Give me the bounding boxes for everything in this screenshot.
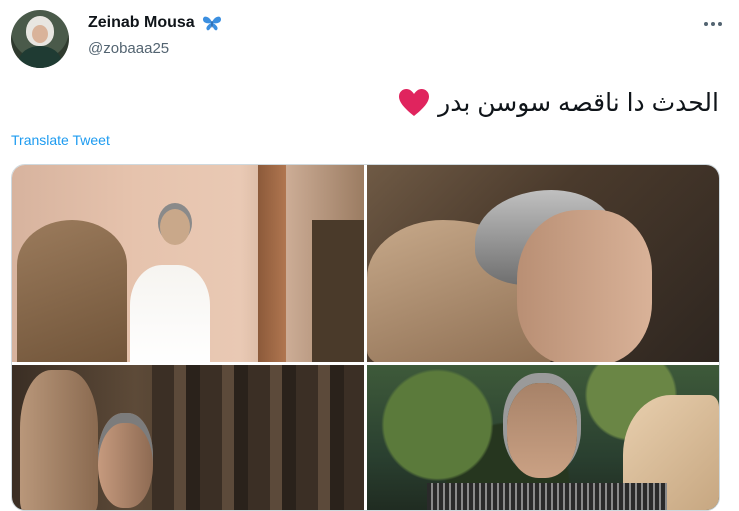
photo-2[interactable]	[367, 165, 719, 362]
heart-icon	[399, 89, 430, 116]
pillar	[258, 165, 286, 362]
avatar[interactable]	[11, 10, 69, 68]
more-options-icon	[704, 22, 722, 26]
woman-profile	[517, 210, 652, 362]
photo-4[interactable]	[367, 365, 719, 510]
statue-mask	[20, 370, 98, 510]
media-grid	[11, 164, 720, 511]
woman-profile	[98, 413, 153, 508]
avatar-face	[32, 25, 48, 43]
tweet-text: الحدث دا ناقصه سوسن بدر	[398, 88, 719, 118]
author-handle[interactable]: @zobaaa25	[88, 40, 169, 57]
woman-in-white-dress	[130, 265, 210, 362]
more-options-button[interactable]	[701, 12, 725, 36]
woman-portrait	[507, 383, 577, 478]
author-name-row[interactable]: Zeinab Mousa	[88, 14, 223, 32]
photo-1[interactable]	[12, 165, 364, 362]
woman-head	[160, 209, 190, 245]
avatar-body	[19, 46, 61, 68]
display-name[interactable]: Zeinab Mousa	[88, 14, 195, 32]
butterfly-icon	[202, 16, 221, 31]
wooden-sculptures	[152, 365, 364, 510]
stone-stele	[17, 220, 127, 362]
fringed-dress	[427, 483, 667, 510]
photo-3[interactable]	[12, 365, 364, 510]
tweet-text-content: الحدث دا ناقصه سوسن بدر	[438, 89, 719, 117]
translate-tweet-link[interactable]: Translate Tweet	[11, 132, 110, 148]
doorway	[312, 220, 364, 362]
